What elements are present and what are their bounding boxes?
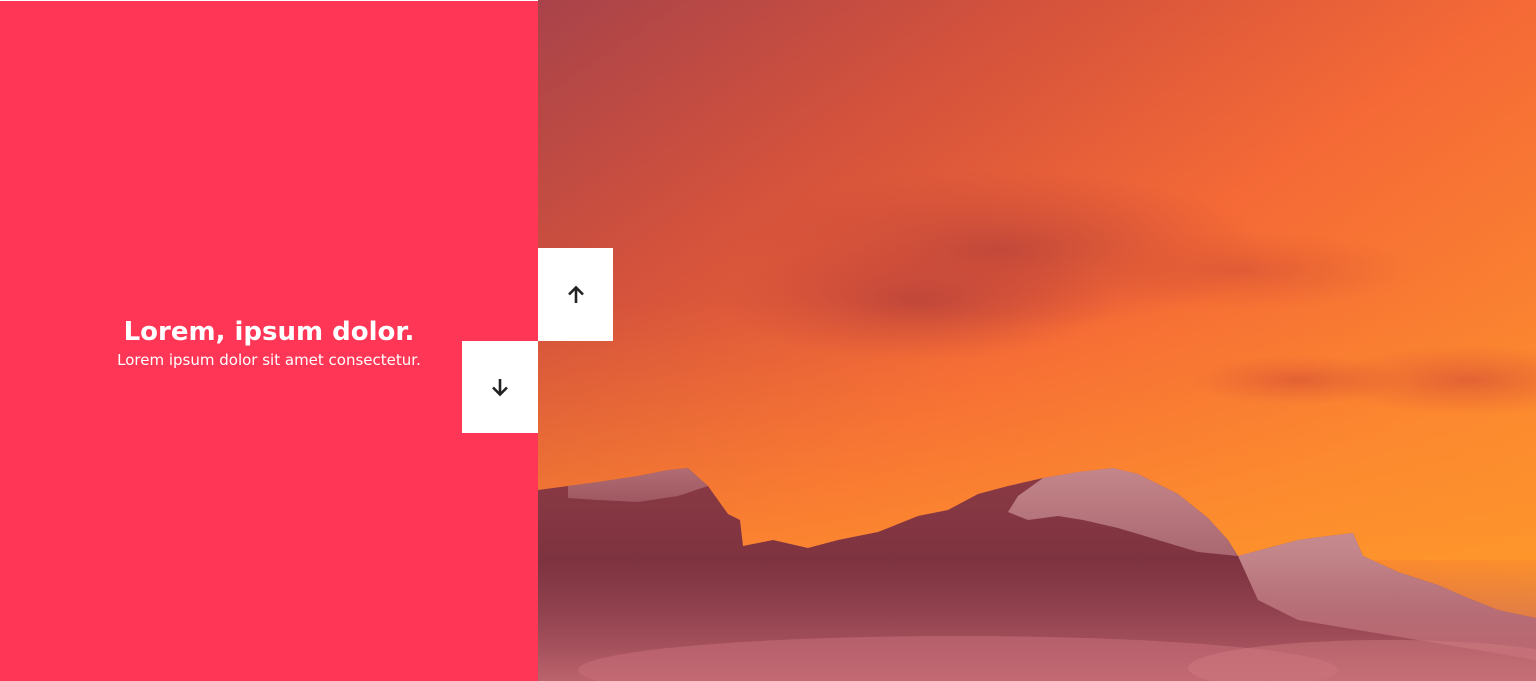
arrow-up-icon	[567, 285, 584, 303]
arrow-down-icon	[492, 379, 508, 397]
slide-image	[538, 0, 1536, 681]
text-panel: Lorem, ipsum dolor. Lorem ipsum dolor si…	[0, 1, 538, 681]
vertical-slider: Lorem, ipsum dolor. Lorem ipsum dolor si…	[0, 0, 1536, 681]
slide-title: Lorem, ipsum dolor.	[123, 317, 415, 347]
slide-down-button[interactable]	[462, 341, 538, 433]
slide-caption: Lorem, ipsum dolor. Lorem ipsum dolor si…	[0, 314, 538, 370]
sunset-mountain-image	[538, 0, 1536, 681]
slide-description: Lorem ipsum dolor sit amet consectetur.	[117, 351, 421, 369]
slide-up-button[interactable]	[538, 248, 613, 341]
